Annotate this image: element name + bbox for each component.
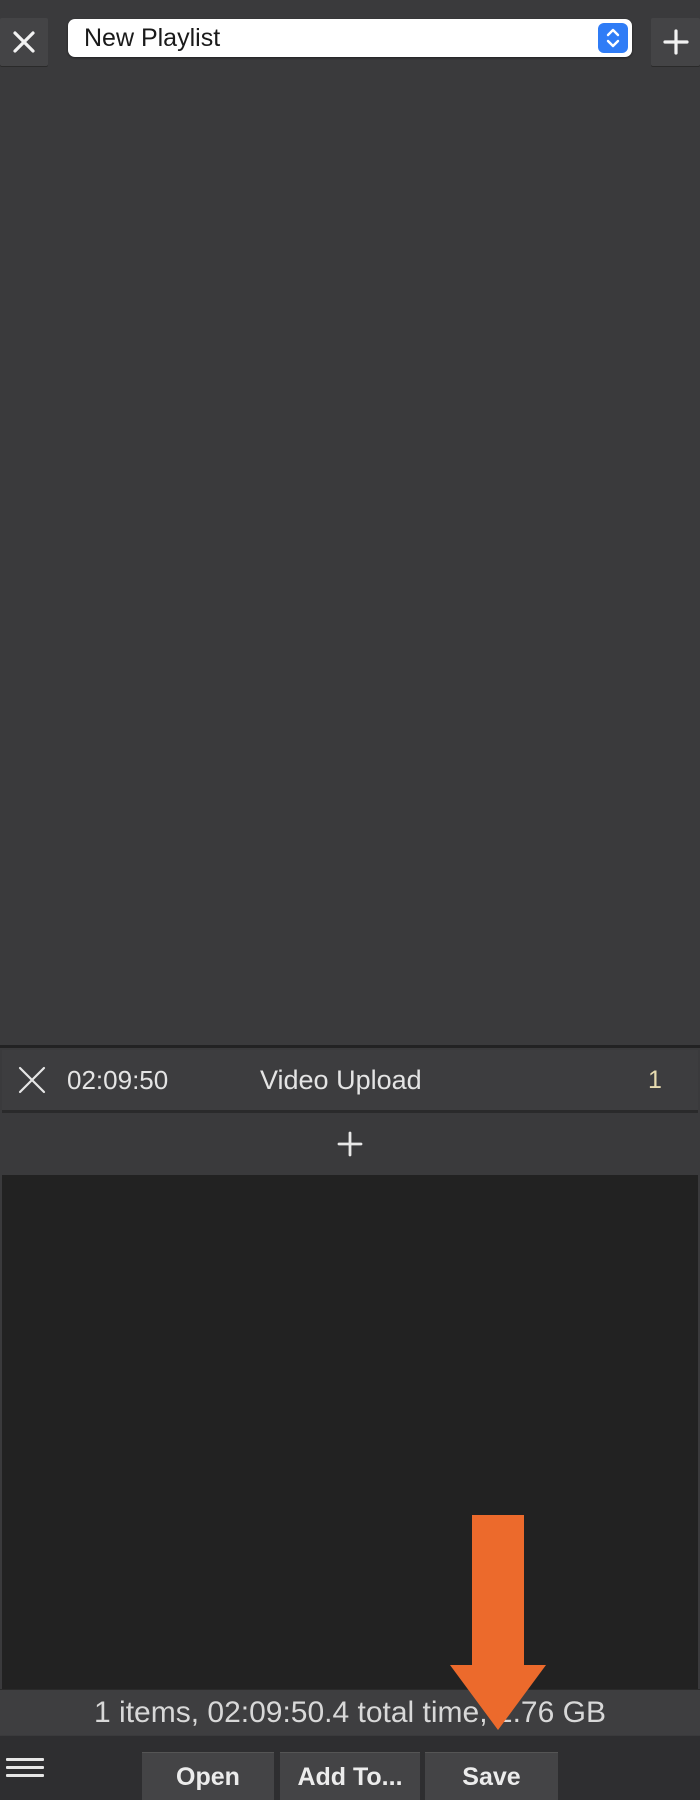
bottom-toolbar: Open Add To... Save — [0, 1736, 700, 1800]
close-x-icon — [18, 1066, 46, 1094]
item-title: Video Upload — [260, 1065, 422, 1095]
add-to-button[interactable]: Add To... — [280, 1752, 420, 1800]
updown-stepper-icon — [598, 23, 628, 53]
playlist-window: New Playlist 02:09:50 Video Upload 1 1 i… — [0, 0, 700, 1800]
plus-icon — [337, 1131, 363, 1157]
remove-item-button[interactable] — [16, 1064, 48, 1096]
close-icon — [13, 31, 35, 53]
playlist-selector-value: New Playlist — [84, 24, 221, 52]
new-playlist-button[interactable] — [651, 18, 700, 66]
open-button[interactable]: Open — [142, 1752, 274, 1800]
save-button[interactable]: Save — [425, 1752, 558, 1800]
playlist-empty-area — [2, 1175, 698, 1689]
hamburger-menu-icon[interactable] — [6, 1758, 44, 1782]
item-duration: 02:09:50 — [67, 1065, 169, 1095]
plus-icon — [662, 29, 689, 55]
status-bar: 1 items, 02:09:50.4 total time, 2.76 GB — [0, 1689, 700, 1735]
panel-divider — [0, 1045, 700, 1048]
playlist-selector[interactable]: New Playlist — [68, 19, 632, 57]
status-summary: 1 items, 02:09:50.4 total time, 2.76 GB — [94, 1696, 606, 1729]
item-count: 1 — [648, 1066, 662, 1094]
close-playlist-button[interactable] — [0, 18, 48, 66]
playlist-item-row[interactable]: 02:09:50 Video Upload 1 — [2, 1050, 698, 1113]
add-item-row-button[interactable] — [2, 1115, 698, 1173]
